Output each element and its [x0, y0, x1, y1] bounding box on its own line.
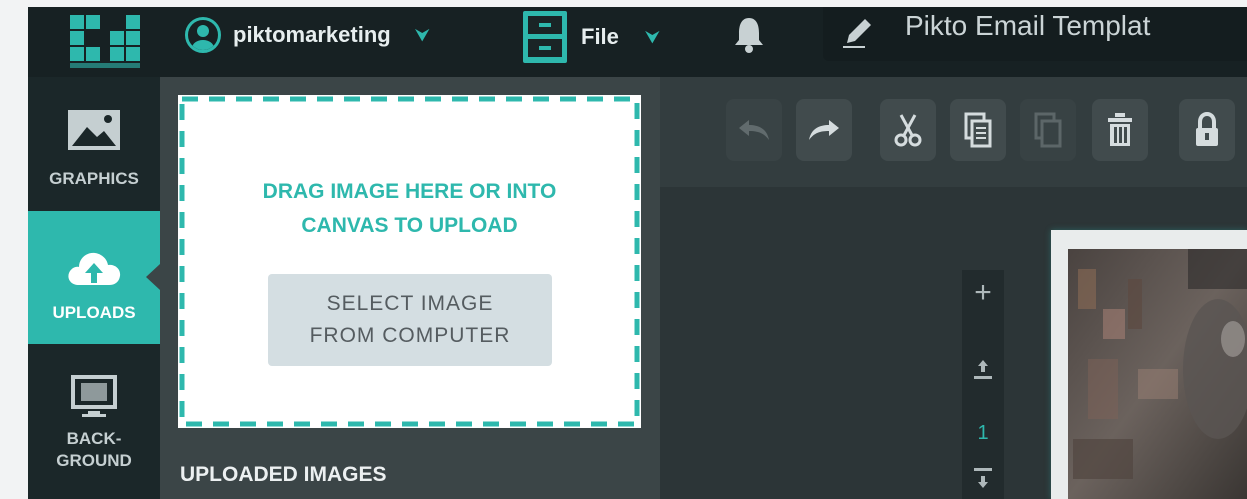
- undo-icon: [739, 120, 769, 140]
- chevron-down-icon: ⮟: [644, 26, 661, 47]
- image-icon: [68, 110, 120, 150]
- chevron-down-icon: ⮟: [414, 24, 431, 45]
- document-title: Pikto Email Templat: [905, 10, 1151, 41]
- sidebar-item-label-line1: BACK-: [66, 429, 122, 448]
- left-sidebar: GRAPHICS UPLOADS BACK- GROUND: [28, 77, 160, 499]
- copy-icon: [964, 112, 992, 148]
- sidebar-item-background[interactable]: BACK- GROUND: [28, 344, 160, 499]
- scissors-icon: [894, 114, 922, 147]
- design-canvas[interactable]: [1051, 230, 1247, 499]
- bell-icon[interactable]: [731, 15, 767, 55]
- drop-instructions-line1: DRAG IMAGE HERE OR INTO: [262, 180, 557, 203]
- lock-button[interactable]: [1179, 99, 1235, 161]
- monitor-checker-icon: [71, 375, 117, 417]
- top-bar: piktomarketing ⮟ File ⮟ Pikto Email Temp…: [28, 7, 1247, 77]
- sidebar-item-graphics[interactable]: GRAPHICS: [28, 77, 160, 211]
- pencil-icon: [843, 19, 871, 48]
- uploads-panel: DRAG IMAGE HERE OR INTO CANVAS TO UPLOAD…: [160, 77, 660, 499]
- redo-button[interactable]: [796, 99, 852, 161]
- add-page-button[interactable]: +: [962, 276, 1004, 310]
- select-image-button-line1: SELECT IMAGE: [326, 292, 494, 315]
- copy-button[interactable]: [950, 99, 1006, 161]
- uploaded-images-heading: UPLOADED IMAGES: [180, 463, 387, 486]
- file-cabinet-icon: [523, 11, 567, 63]
- canvas-area: + 1: [660, 77, 1247, 499]
- drop-zone[interactable]: DRAG IMAGE HERE OR INTO CANVAS TO UPLOAD…: [178, 95, 641, 428]
- sidebar-item-label: UPLOADS: [52, 303, 136, 322]
- redo-icon: [809, 120, 839, 140]
- dashed-border: [179, 96, 640, 427]
- undo-button[interactable]: [726, 99, 782, 161]
- select-image-button[interactable]: SELECT IMAGE FROM COMPUTER: [268, 274, 552, 366]
- move-page-down-icon[interactable]: [973, 466, 993, 496]
- sidebar-item-uploads[interactable]: UPLOADS: [28, 211, 160, 344]
- move-page-up-icon[interactable]: [973, 358, 993, 392]
- paste-icon: [1034, 112, 1062, 148]
- photo-image: [1068, 249, 1247, 499]
- sidebar-item-label: GRAPHICS: [49, 169, 139, 188]
- cloud-upload-icon: [68, 252, 121, 285]
- paste-button[interactable]: [1020, 99, 1076, 161]
- file-menu-label: File: [581, 24, 619, 49]
- drop-instructions-line2: CANVAS TO UPLOAD: [301, 214, 518, 237]
- lock-icon: [1196, 112, 1218, 146]
- app-frame: piktomarketing ⮟ File ⮟ Pikto Email Temp…: [28, 7, 1247, 499]
- trash-icon: [1108, 113, 1132, 146]
- logo[interactable]: [68, 15, 142, 69]
- user-avatar-icon: [185, 17, 221, 53]
- drop-instructions: DRAG IMAGE HERE OR INTO CANVAS TO UPLOAD: [178, 175, 641, 243]
- file-menu[interactable]: File ⮟: [523, 11, 660, 63]
- document-title-box[interactable]: Pikto Email Templat: [823, 7, 1247, 61]
- page-navigator: + 1: [962, 270, 1004, 499]
- edit-toolbar: [660, 77, 1247, 187]
- sidebar-item-label-line2: GROUND: [56, 451, 132, 470]
- select-image-button-line2: FROM COMPUTER: [309, 324, 511, 347]
- page-number[interactable]: 1: [962, 422, 1004, 445]
- sidebar-item-label: BACK- GROUND: [28, 428, 160, 472]
- delete-button[interactable]: [1092, 99, 1148, 161]
- account-menu[interactable]: piktomarketing ⮟: [185, 17, 430, 53]
- cut-button[interactable]: [880, 99, 936, 161]
- account-name: piktomarketing: [233, 22, 391, 47]
